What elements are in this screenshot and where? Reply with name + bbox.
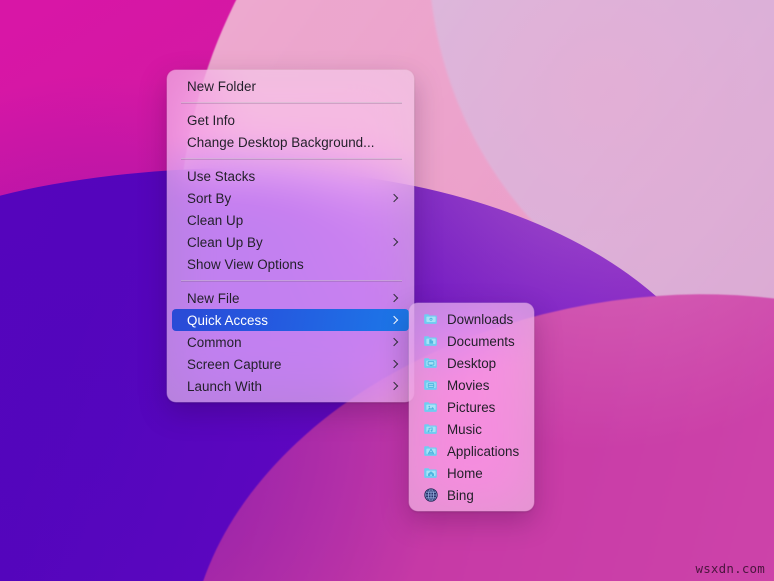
desktop-context-menu[interactable]: New Folder Get Info Change Desktop Backg… bbox=[167, 70, 414, 402]
submenu-item-label: Home bbox=[447, 466, 521, 481]
submenu-item-home[interactable]: Home bbox=[414, 462, 529, 484]
watermark: wsxdn.com bbox=[695, 561, 765, 576]
chevron-right-icon bbox=[390, 236, 399, 248]
submenu-item-documents[interactable]: Documents bbox=[414, 330, 529, 352]
menu-item-label: Clean Up bbox=[187, 213, 399, 228]
chevron-right-icon bbox=[390, 192, 399, 204]
menu-item-label: Sort By bbox=[187, 191, 382, 206]
submenu-item-applications[interactable]: Applications bbox=[414, 440, 529, 462]
menu-item-label: Common bbox=[187, 335, 382, 350]
menu-separator bbox=[181, 158, 402, 160]
chevron-right-icon bbox=[390, 292, 399, 304]
chevron-right-icon bbox=[390, 336, 399, 348]
folder-documents-icon bbox=[423, 333, 439, 349]
menu-item-label: New File bbox=[187, 291, 382, 306]
menu-item-use-stacks[interactable]: Use Stacks bbox=[172, 165, 409, 187]
folder-music-icon bbox=[423, 421, 439, 437]
menu-item-label: Use Stacks bbox=[187, 169, 399, 184]
submenu-item-desktop[interactable]: Desktop bbox=[414, 352, 529, 374]
menu-item-clean-up-by[interactable]: Clean Up By bbox=[172, 231, 409, 253]
desktop[interactable]: New Folder Get Info Change Desktop Backg… bbox=[0, 0, 774, 581]
menu-item-clean-up[interactable]: Clean Up bbox=[172, 209, 409, 231]
menu-item-label: Launch With bbox=[187, 379, 382, 394]
menu-item-get-info[interactable]: Get Info bbox=[172, 109, 409, 131]
submenu-item-music[interactable]: Music bbox=[414, 418, 529, 440]
folder-home-icon bbox=[423, 465, 439, 481]
menu-item-launch-with[interactable]: Launch With bbox=[172, 375, 409, 397]
globe-icon bbox=[423, 487, 439, 503]
folder-desktop-icon bbox=[423, 355, 439, 371]
submenu-item-bing[interactable]: Bing bbox=[414, 484, 529, 506]
menu-separator bbox=[181, 280, 402, 282]
chevron-right-icon bbox=[390, 380, 399, 392]
menu-separator bbox=[181, 102, 402, 104]
folder-downloads-icon bbox=[423, 311, 439, 327]
folder-movies-icon bbox=[423, 377, 439, 393]
menu-item-new-folder[interactable]: New Folder bbox=[172, 75, 409, 97]
submenu-item-label: Applications bbox=[447, 444, 521, 459]
menu-item-label: Screen Capture bbox=[187, 357, 382, 372]
menu-item-label: Quick Access bbox=[187, 313, 382, 328]
quick-access-submenu[interactable]: Downloads Documents bbox=[409, 303, 534, 511]
menu-item-common[interactable]: Common bbox=[172, 331, 409, 353]
menu-item-quick-access[interactable]: Quick Access bbox=[172, 309, 409, 331]
submenu-item-label: Documents bbox=[447, 334, 521, 349]
menu-item-new-file[interactable]: New File bbox=[172, 287, 409, 309]
submenu-item-pictures[interactable]: Pictures bbox=[414, 396, 529, 418]
submenu-item-downloads[interactable]: Downloads bbox=[414, 308, 529, 330]
menu-item-show-view-options[interactable]: Show View Options bbox=[172, 253, 409, 275]
submenu-item-label: Pictures bbox=[447, 400, 521, 415]
submenu-item-movies[interactable]: Movies bbox=[414, 374, 529, 396]
menu-item-screen-capture[interactable]: Screen Capture bbox=[172, 353, 409, 375]
menu-item-label: New Folder bbox=[187, 79, 399, 94]
submenu-item-label: Desktop bbox=[447, 356, 521, 371]
submenu-item-label: Downloads bbox=[447, 312, 521, 327]
menu-item-label: Clean Up By bbox=[187, 235, 382, 250]
submenu-item-label: Bing bbox=[447, 488, 521, 503]
chevron-right-icon bbox=[390, 358, 399, 370]
menu-item-label: Show View Options bbox=[187, 257, 399, 272]
folder-pictures-icon bbox=[423, 399, 439, 415]
menu-item-label: Get Info bbox=[187, 113, 399, 128]
submenu-item-label: Music bbox=[447, 422, 521, 437]
chevron-right-icon bbox=[390, 314, 399, 326]
folder-applications-icon bbox=[423, 443, 439, 459]
submenu-item-label: Movies bbox=[447, 378, 521, 393]
menu-item-change-desktop-background[interactable]: Change Desktop Background... bbox=[172, 131, 409, 153]
menu-item-label: Change Desktop Background... bbox=[187, 135, 399, 150]
menu-item-sort-by[interactable]: Sort By bbox=[172, 187, 409, 209]
